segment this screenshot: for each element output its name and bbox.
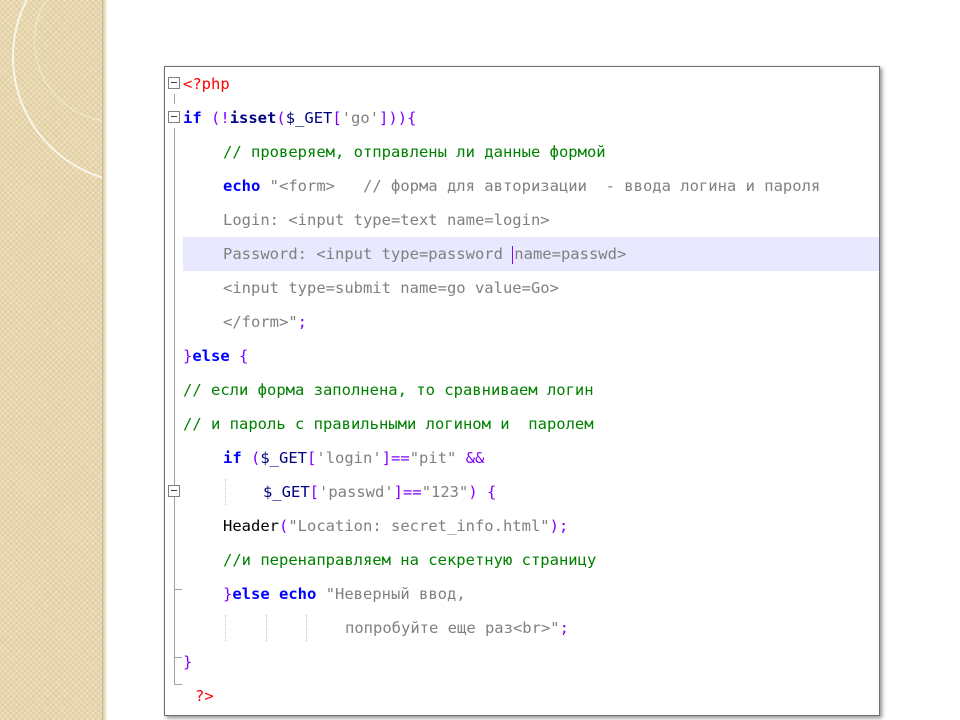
code-token: "<form> // форма для авторизации - ввода… <box>269 177 821 195</box>
code-token: [ <box>332 109 342 127</box>
code-token: попробуйте еще раз<br>" <box>345 619 560 637</box>
fold-collapse-icon[interactable] <box>168 485 180 497</box>
code-token: [ <box>307 449 317 467</box>
code-token: </form>" <box>223 313 298 331</box>
code-token: echo <box>279 585 317 603</box>
code-line-5[interactable]: Login: <input type=text name=login> <box>165 203 879 237</box>
code-line-17[interactable]: попробуйте еще раз<br>"; <box>165 611 879 645</box>
code-token: else <box>232 585 270 603</box>
code-token: Login: <input type=text name=login> <box>223 211 550 229</box>
code-token: == <box>391 449 410 467</box>
decorative-side-strip <box>0 0 104 720</box>
code-line-16[interactable]: }else echo "Неверный ввод, <box>165 577 879 611</box>
code-token: // и пароль с правильными логином и паро… <box>183 415 594 433</box>
code-line-8[interactable]: </form>"; <box>165 305 879 339</box>
code-token: <?php <box>183 75 230 93</box>
code-token: Password: <input type=password <box>223 245 513 263</box>
code-token: )) <box>388 109 408 127</box>
decorative-strip-edge <box>102 0 108 720</box>
code-token: ); <box>549 517 569 535</box>
indent-guide <box>225 615 226 641</box>
code-token: if <box>223 449 242 467</box>
code-token: && <box>456 449 485 467</box>
code-line-3[interactable]: // проверяем, отправлены ли данные формо… <box>165 135 879 169</box>
code-editor-panel[interactable]: <?php if (!isset($_GET['go'])){ // прове… <box>164 66 880 716</box>
code-line-1[interactable]: <?php <box>165 67 879 101</box>
code-token: ; <box>559 619 569 637</box>
indent-guide <box>306 615 307 641</box>
code-token: "Location: secret_info.html" <box>288 517 550 535</box>
code-token: name=passwd> <box>514 245 627 263</box>
code-line-2[interactable]: if (!isset($_GET['go'])){ <box>165 101 879 135</box>
code-token: // проверяем, отправлены ли данные формо… <box>223 143 606 161</box>
code-line-15[interactable]: //и перенаправляем на секретную страницу <box>165 543 879 577</box>
indent-guide <box>225 479 226 505</box>
code-line-10[interactable]: // если форма заполнена, то сравниваем л… <box>165 373 879 407</box>
code-token: { <box>407 109 417 127</box>
code-token: 'go' <box>341 109 380 127</box>
code-token: $_GET <box>263 483 310 501</box>
code-token: "pit" <box>409 449 457 467</box>
code-line-18[interactable]: } <box>165 645 879 679</box>
code-token: <input type=submit name=go value=Go> <box>223 279 559 297</box>
code-token: } <box>183 653 193 671</box>
code-token: // если форма заполнена, то сравниваем л… <box>183 381 594 399</box>
code-token: $_GET <box>285 109 333 127</box>
code-line-11[interactable]: // и пароль с правильными логином и паро… <box>165 407 879 441</box>
code-token: if <box>183 109 202 127</box>
code-token: ) { <box>468 483 497 501</box>
code-token: ( <box>241 449 261 467</box>
code-token: ] <box>393 483 404 501</box>
code-line-9[interactable]: }else { <box>165 339 879 373</box>
code-token: //и перенаправляем на секретную страницу <box>223 551 597 569</box>
code-token: ] <box>379 109 389 127</box>
code-token: } <box>183 347 193 365</box>
fold-collapse-icon[interactable] <box>168 77 180 89</box>
code-line-7[interactable]: <input type=submit name=go value=Go> <box>165 271 879 305</box>
code-line-4[interactable]: echo "<form> // форма для авторизации - … <box>165 169 879 203</box>
code-token: } <box>223 585 233 603</box>
code-token: 'login' <box>316 449 382 467</box>
code-line-6-current[interactable]: Password: <input type=password name=pass… <box>183 237 879 271</box>
code-token: else <box>192 347 230 365</box>
code-token: == <box>403 483 422 501</box>
code-token: ( <box>279 517 289 535</box>
code-line-19[interactable]: ?> <box>165 679 879 713</box>
code-token: isset <box>229 109 277 127</box>
code-token: { <box>229 347 249 365</box>
code-token: ; <box>297 313 307 331</box>
code-token: ] <box>381 449 392 467</box>
code-line-14[interactable]: Header("Location: secret_info.html"); <box>165 509 879 543</box>
code-line-12[interactable]: if ($_GET['login']=="pit" && <box>165 441 879 475</box>
code-line-13[interactable]: $_GET['passwd']=="123") { <box>165 475 879 509</box>
code-token: ! <box>220 109 230 127</box>
code-token: "Неверный ввод, <box>325 585 466 603</box>
fold-collapse-icon[interactable] <box>168 111 180 123</box>
code-token: echo <box>223 177 261 195</box>
code-token: "123" <box>421 483 469 501</box>
code-token: ?> <box>195 687 214 705</box>
code-token: Header <box>223 517 279 535</box>
indent-guide <box>266 615 267 641</box>
code-token: ( <box>276 109 286 127</box>
code-token: $_GET <box>260 449 308 467</box>
code-token: 'passwd' <box>319 483 394 501</box>
code-token: ( <box>201 109 221 127</box>
code-token: [ <box>309 483 320 501</box>
